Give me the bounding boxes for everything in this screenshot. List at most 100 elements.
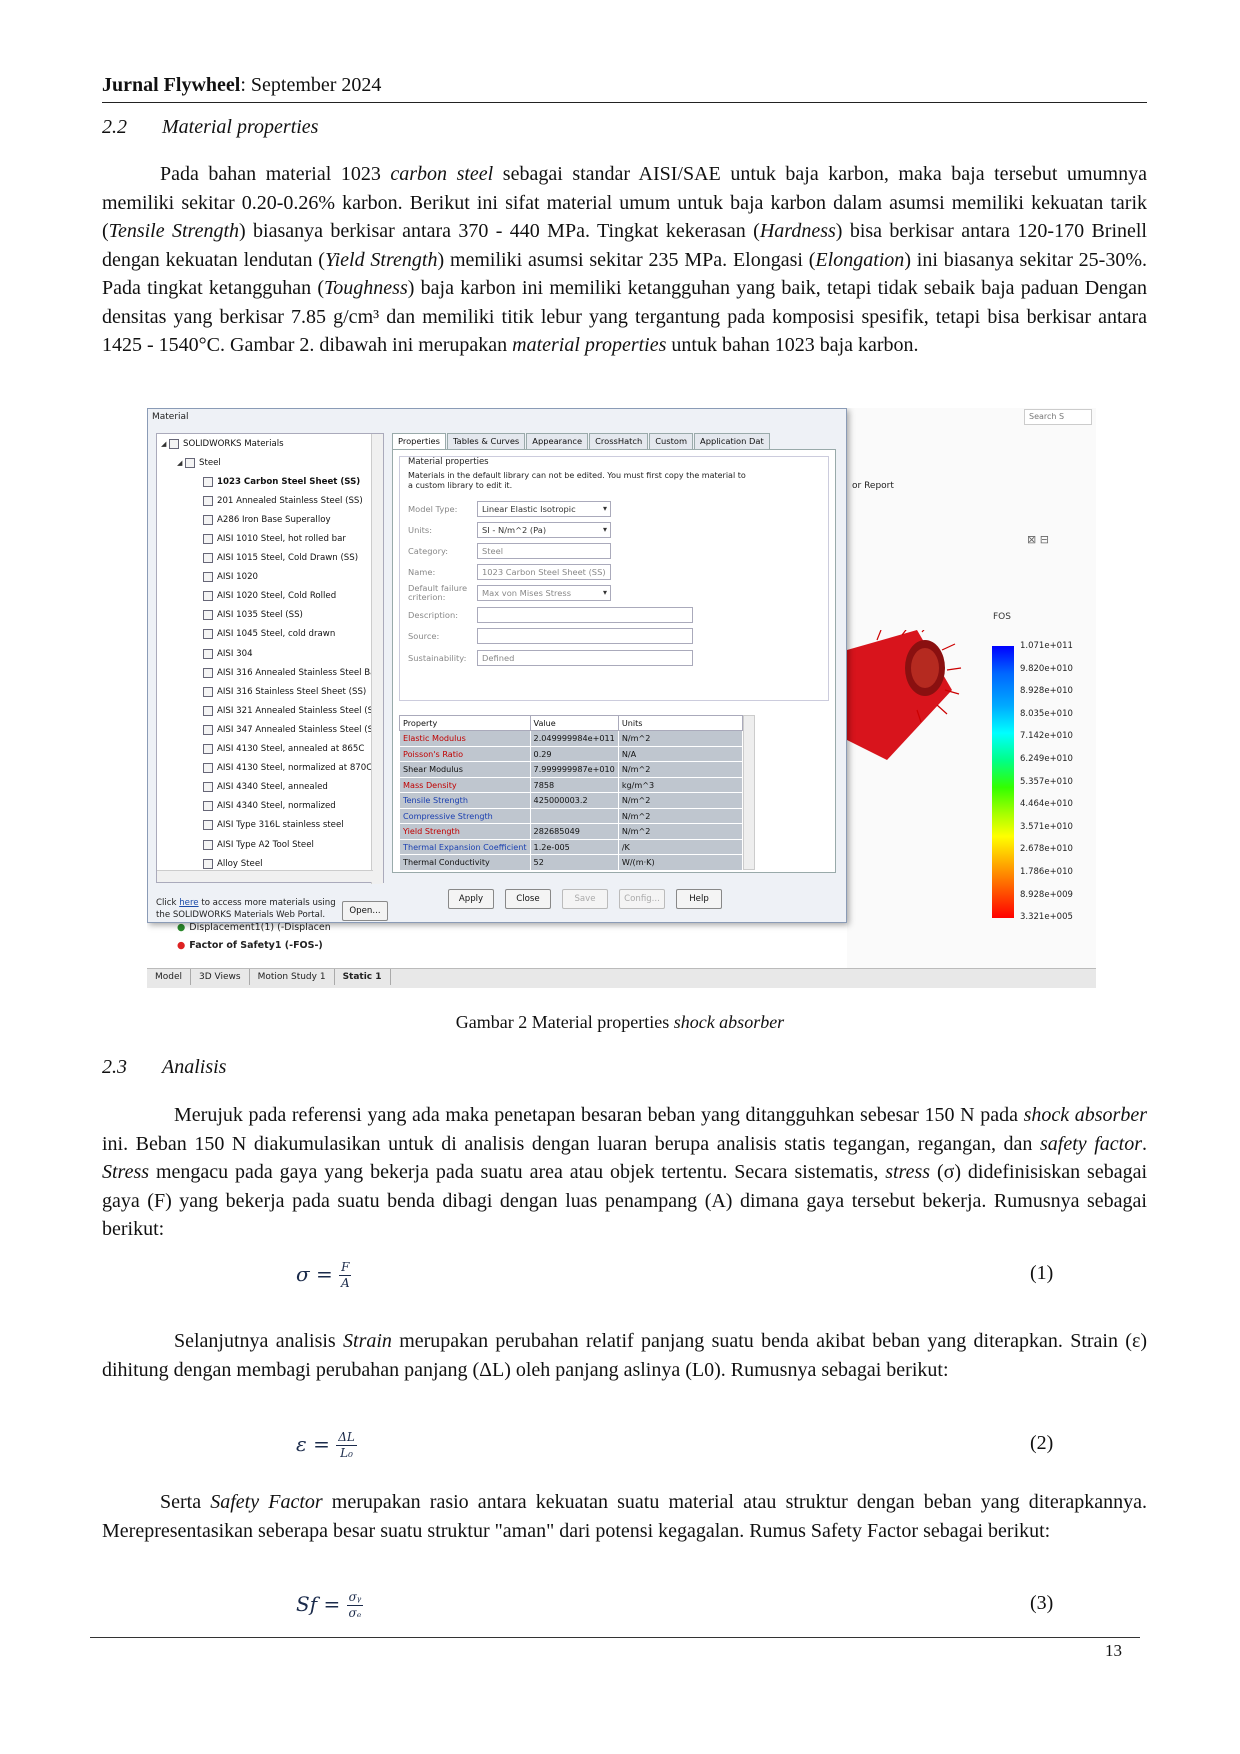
table-row[interactable]: Poisson's Ratio 0.29 N/A bbox=[399, 745, 744, 762]
name-field[interactable]: 1023 Carbon Steel Sheet (SS) bbox=[477, 564, 611, 580]
journal-name: Jurnal Flywheel bbox=[102, 74, 241, 96]
table-row[interactable]: Tensile Strength 425000003.2 N/m^2 bbox=[399, 792, 744, 809]
tree-material-item[interactable]: AISI 4130 Steel, annealed at 865C bbox=[157, 740, 383, 759]
tree-material-item[interactable]: AISI 316 Annealed Stainless Steel Ba bbox=[157, 663, 383, 682]
cell-property: Compressive Strength bbox=[399, 807, 531, 824]
tab-static[interactable]: Static 1 bbox=[335, 969, 391, 985]
tree-material-item[interactable]: AISI Type 316L stainless steel bbox=[157, 816, 383, 835]
tree-material-item[interactable]: 1023 Carbon Steel Sheet (SS) bbox=[157, 472, 383, 491]
table-row[interactable]: Shear Modulus 7.999999987e+010 N/m^2 bbox=[399, 761, 744, 778]
cell-value: 52 bbox=[529, 854, 619, 871]
tab-3d-views[interactable]: 3D Views bbox=[191, 969, 250, 985]
tree-material-item[interactable]: 201 Annealed Stainless Steel (SS) bbox=[157, 491, 383, 510]
tab-application-data[interactable]: Application Dat bbox=[694, 433, 770, 449]
apply-button[interactable]: Apply bbox=[448, 889, 494, 909]
tab-motion-study[interactable]: Motion Study 1 bbox=[250, 969, 335, 985]
report-label[interactable]: or Report bbox=[852, 481, 894, 491]
cell-property: Tensile Strength bbox=[399, 792, 531, 809]
journal-date: : September 2024 bbox=[240, 74, 382, 96]
table-row[interactable]: Thermal Expansion Coefficient 1.2e-005/K bbox=[399, 838, 744, 855]
material-icon bbox=[203, 705, 213, 716]
tree-material-item[interactable]: AISI 4340 Steel, normalized bbox=[157, 797, 383, 816]
source-field[interactable] bbox=[477, 628, 693, 644]
help-button[interactable]: Help bbox=[676, 889, 722, 909]
cell-units: N/A bbox=[617, 745, 744, 762]
tab-properties[interactable]: Properties bbox=[392, 433, 446, 449]
tree-material-item[interactable]: AISI 304 bbox=[157, 644, 383, 663]
table-row[interactable]: Yield Strength 282685049 N/m^2 bbox=[399, 823, 744, 840]
description-field[interactable] bbox=[477, 607, 693, 623]
tab-appearance[interactable]: Appearance bbox=[526, 433, 589, 449]
tree-scrollbar[interactable] bbox=[371, 434, 383, 884]
tree-material-item[interactable]: AISI 1020 Steel, Cold Rolled bbox=[157, 587, 383, 606]
cell-units: /K bbox=[617, 838, 744, 855]
tree-hscrollbar[interactable] bbox=[157, 870, 373, 882]
material-tree[interactable]: ◢ SOLIDWORKS Materials ◢ Steel 1023 Carbon… bbox=[156, 433, 384, 884]
tree-material-item[interactable]: AISI 4130 Steel, normalized at 870C bbox=[157, 759, 383, 778]
material-dialog: Material ◢ SOLIDWORKS Materials ◢ Steel 10… bbox=[147, 408, 847, 923]
tree-material-item[interactable]: AISI 316 Stainless Steel Sheet (SS) bbox=[157, 682, 383, 701]
tree-group[interactable]: ◢ Steel bbox=[157, 453, 383, 472]
tree-material-item[interactable]: AISI 1015 Steel, Cold Drawn (SS) bbox=[157, 549, 383, 568]
table-row[interactable]: Compressive Strength N/m^2 bbox=[399, 807, 744, 824]
cell-property: Elastic Modulus bbox=[399, 730, 531, 747]
study-tree-item[interactable]: ● Factor of Safety1 (-FOS-) bbox=[177, 936, 331, 954]
equation-3: Sf = σᵧ σₑ bbox=[296, 1590, 364, 1620]
save-button[interactable]: Save bbox=[562, 889, 608, 909]
table-row[interactable]: Elastic Modulus 2.049999984e+011 N/m^2 bbox=[399, 730, 744, 747]
figure-caption: Gambar 2 Material properties shock absor… bbox=[455, 1012, 785, 1032]
material-icon bbox=[203, 572, 213, 583]
table-row[interactable]: Mass Density 7858 kg/m^3 bbox=[399, 776, 744, 793]
units-select[interactable]: SI - N/m^2 (Pa) bbox=[477, 522, 611, 538]
col-property: Property bbox=[399, 715, 531, 731]
material-icon bbox=[203, 495, 213, 506]
tree-material-item[interactable]: AISI 4340 Steel, annealed bbox=[157, 778, 383, 797]
tab-crosshatch[interactable]: CrossHatch bbox=[589, 433, 649, 449]
sustainability-field[interactable]: Defined bbox=[477, 650, 693, 666]
tree-material-item[interactable]: AISI 347 Annealed Stainless Steel (S bbox=[157, 720, 383, 739]
material-icon bbox=[203, 610, 213, 621]
material-icon bbox=[203, 820, 213, 831]
equation-number-1: (1) bbox=[1030, 1262, 1054, 1284]
config-button[interactable]: Config... bbox=[619, 889, 665, 909]
cell-units: N/m^2 bbox=[617, 823, 744, 840]
fos-tick: 7.142e+010 bbox=[1020, 731, 1073, 742]
material-properties-screenshot: Search S or Report ⊠ ⊟ FOS 1.071e+011 9.8… bbox=[147, 408, 1096, 993]
study-tree[interactable]: ● Displacement1(1) (-Displacen ● Factor of… bbox=[177, 918, 331, 954]
fos-tick: 6.249e+010 bbox=[1020, 753, 1073, 764]
material-icon bbox=[203, 763, 213, 774]
property-table: Property Value Units Elastic Modulus 2.04… bbox=[399, 715, 744, 871]
tree-material-item[interactable]: AISI 1035 Steel (SS) bbox=[157, 606, 383, 625]
tab-model[interactable]: Model bbox=[147, 969, 192, 985]
cell-value: 0.29 bbox=[529, 745, 619, 762]
fos-tick: 3.571e+010 bbox=[1020, 821, 1073, 832]
tab-tables-curves[interactable]: Tables & Curves bbox=[446, 433, 526, 449]
tree-material-item[interactable]: A286 Iron Base Superalloy bbox=[157, 510, 383, 529]
close-button[interactable]: Close bbox=[505, 889, 551, 909]
fos-tick: 8.928e+009 bbox=[1020, 889, 1073, 900]
window-icons[interactable]: ⊠ ⊟ bbox=[1027, 533, 1049, 546]
cell-units: N/m^2 bbox=[617, 730, 744, 747]
category-field[interactable]: Steel bbox=[477, 543, 611, 559]
table-row[interactable]: Thermal Conductivity 52 W/(m·K) bbox=[399, 854, 744, 871]
open-button[interactable]: Open... bbox=[342, 901, 388, 921]
failure-criterion-select[interactable]: Max von Mises Stress bbox=[477, 585, 611, 601]
table-scrollbar[interactable] bbox=[743, 715, 755, 870]
tree-material-item[interactable]: AISI 1020 bbox=[157, 568, 383, 587]
tree-material-item[interactable]: AISI 1010 Steel, hot rolled bar bbox=[157, 529, 383, 548]
model-type-select[interactable]: Linear Elastic Isotropic bbox=[477, 501, 611, 517]
tree-material-item[interactable]: AISI Type A2 Tool Steel bbox=[157, 835, 383, 854]
cell-property: Poisson's Ratio bbox=[399, 745, 531, 762]
tree-material-item[interactable]: AISI 321 Annealed Stainless Steel (S bbox=[157, 701, 383, 720]
cell-property: Shear Modulus bbox=[399, 761, 531, 778]
tree-root[interactable]: ◢ SOLIDWORKS Materials bbox=[157, 434, 383, 453]
help-link[interactable]: here bbox=[179, 898, 198, 908]
cell-value: 1.2e-005 bbox=[529, 838, 619, 855]
dialog-title: Material bbox=[152, 412, 189, 422]
search-input[interactable]: Search S bbox=[1024, 409, 1092, 425]
fos-tick: 4.464e+010 bbox=[1020, 799, 1073, 810]
tab-custom[interactable]: Custom bbox=[649, 433, 694, 449]
tree-material-item[interactable]: AISI 1045 Steel, cold drawn bbox=[157, 625, 383, 644]
folder-icon bbox=[185, 457, 195, 468]
fos-legend-title: FOS bbox=[993, 612, 1011, 622]
